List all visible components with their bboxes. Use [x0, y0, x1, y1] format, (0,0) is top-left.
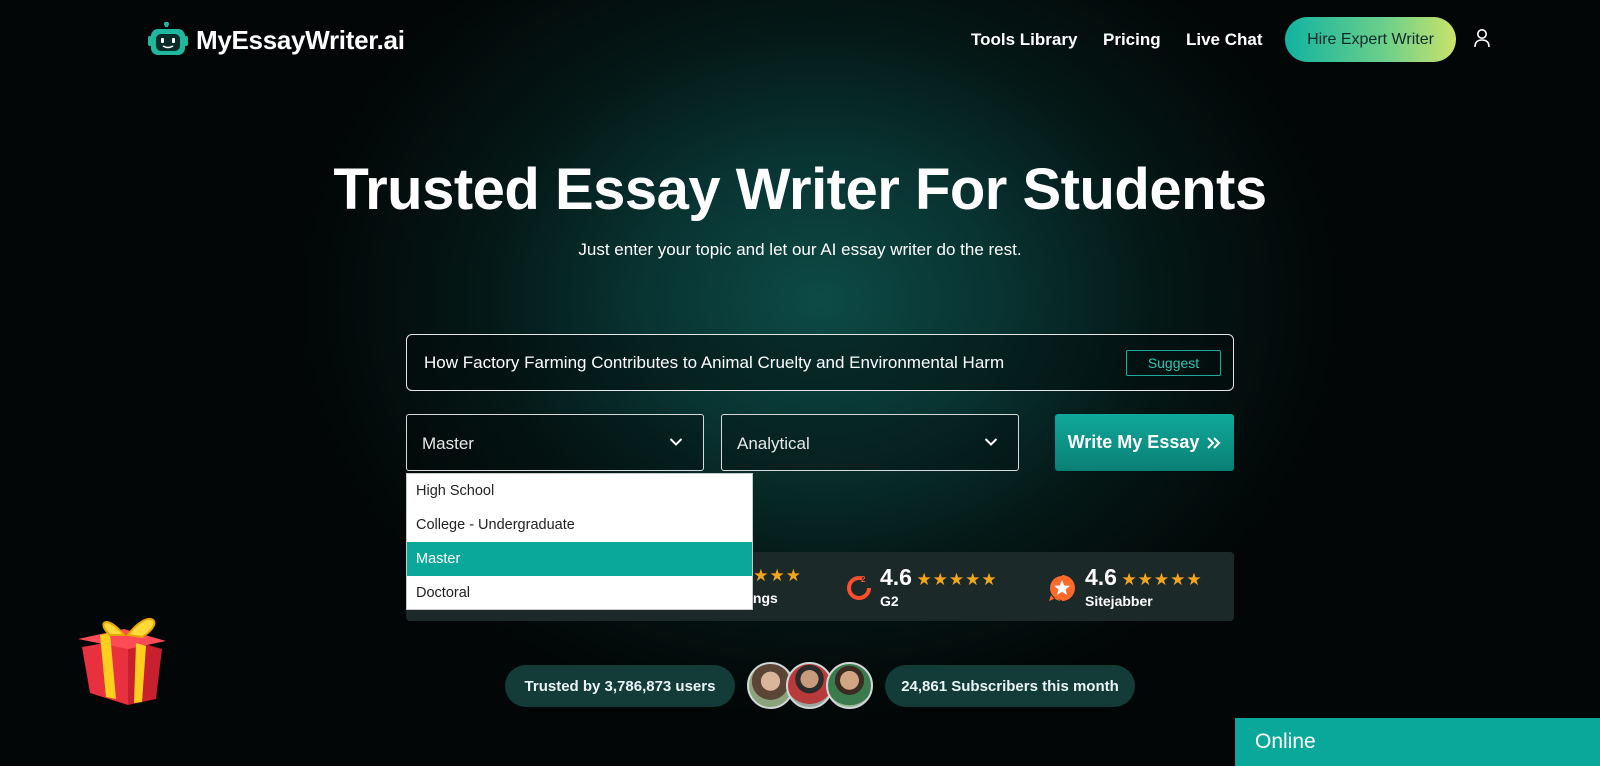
nav-tools-library[interactable]: Tools Library: [971, 30, 1077, 50]
g2-score: 4.6: [880, 564, 912, 590]
write-my-essay-label: Write My Essay: [1067, 432, 1200, 452]
sitejabber-score: 4.6: [1085, 564, 1117, 590]
nav-live-chat[interactable]: Live Chat: [1186, 30, 1263, 50]
hero-title: Trusted Essay Writer For Students: [333, 157, 1267, 222]
level-option-high-school[interactable]: High School: [407, 474, 752, 508]
gift-box-icon[interactable]: [76, 613, 168, 713]
essay-type-select[interactable]: Analytical: [721, 414, 1019, 471]
svg-text:2: 2: [861, 575, 866, 584]
trusted-users-badge: Trusted by 3,786,873 users: [505, 665, 735, 707]
sitejabber-logo-icon: [1049, 575, 1075, 601]
double-chevron-right-icon: [1207, 436, 1221, 449]
user-account-icon[interactable]: [1473, 28, 1491, 48]
g2-logo-icon: 2: [847, 575, 871, 600]
subscribers-badge: 24,861 Subscribers this month: [885, 665, 1135, 707]
level-option-master[interactable]: Master: [407, 542, 752, 576]
partial-rating-label: ings: [749, 590, 778, 606]
sitejabber-name: Sitejabber: [1085, 593, 1153, 609]
topic-input-value: How Factory Farming Contributes to Anima…: [424, 353, 1005, 372]
academic-level-value: Master: [422, 434, 474, 453]
topic-input[interactable]: How Factory Farming Contributes to Anima…: [406, 334, 1234, 391]
hire-expert-writer-button[interactable]: Hire Expert Writer: [1285, 17, 1456, 62]
nav-pricing[interactable]: Pricing: [1103, 30, 1161, 50]
brand-logo[interactable]: MyEssayWriter.ai: [148, 22, 405, 58]
robot-logo-icon: [148, 22, 188, 55]
avatar: [826, 662, 873, 709]
suggest-button[interactable]: Suggest: [1126, 350, 1221, 376]
rating-g2: 2 4.6 ★★★★★ G2: [846, 564, 998, 609]
chevron-down-icon: [669, 438, 683, 446]
write-my-essay-button[interactable]: Write My Essay: [1055, 414, 1234, 471]
academic-level-dropdown: High School College - Undergraduate Mast…: [406, 473, 753, 610]
live-chat-online-tab[interactable]: Online: [1235, 718, 1600, 766]
chevron-down-icon: [984, 438, 998, 446]
g2-stars: ★★★★★: [916, 570, 998, 589]
hero-subtitle: Just enter your topic and let our AI ess…: [578, 240, 1022, 259]
user-avatars: [747, 662, 873, 709]
rating-sitejabber: 4.6 ★★★★★ Sitejabber: [1047, 564, 1203, 609]
g2-name: G2: [880, 593, 899, 609]
level-option-undergraduate[interactable]: College - Undergraduate: [407, 508, 752, 542]
level-option-doctoral[interactable]: Doctoral: [407, 576, 752, 610]
sitejabber-stars: ★★★★★: [1121, 570, 1203, 589]
essay-type-value: Analytical: [737, 434, 810, 453]
site-header: MyEssayWriter.ai Tools Library Pricing L…: [0, 0, 1600, 80]
academic-level-select[interactable]: Master: [406, 414, 704, 471]
brand-name: MyEssayWriter.ai: [196, 24, 405, 55]
